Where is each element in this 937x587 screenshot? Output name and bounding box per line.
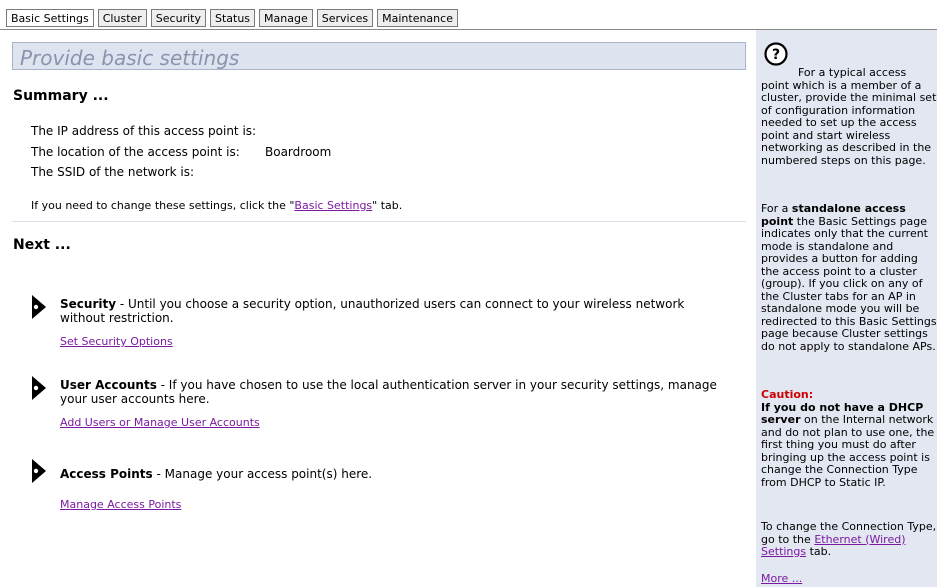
tab-bar: Basic Settings Cluster Security Status M… (0, 0, 937, 30)
security-title: Security (60, 297, 117, 311)
help-connection-after: tab. (806, 545, 832, 558)
tab-security[interactable]: Security (150, 9, 206, 27)
access-points-description: Access Points - Manage your access point… (60, 467, 730, 481)
tab-status[interactable]: Status (209, 9, 256, 27)
tab-services[interactable]: Services (316, 9, 374, 27)
page-banner: Provide basic settings (12, 42, 746, 70)
question-circle-icon: ? (764, 42, 788, 66)
page-title: Provide basic settings (20, 46, 240, 70)
summary-heading: Summary ... (13, 88, 109, 104)
arrow-bullet-icon (32, 376, 46, 400)
help-more: More ... (761, 572, 937, 586)
change-settings-note: If you need to change these settings, cl… (31, 199, 402, 212)
svg-text:?: ? (772, 47, 780, 63)
set-security-options-link[interactable]: Set Security Options (60, 335, 173, 348)
manage-access-points-link[interactable]: Manage Access Points (60, 498, 181, 511)
user-accounts-title: User Accounts (60, 378, 157, 392)
note-text-before: If you need to change these settings, cl… (31, 199, 295, 212)
tab-basic-settings[interactable]: Basic Settings (6, 9, 94, 27)
access-points-text: - Manage your access point(s) here. (152, 467, 373, 481)
help-caution-text: Caution: If you do not have a DHCP server… (761, 388, 937, 489)
basic-settings-link[interactable]: Basic Settings (294, 199, 372, 212)
tab-manage[interactable]: Manage (259, 9, 313, 27)
help-connection-type-text: To change the Connection Type, go to the… (761, 520, 937, 559)
user-accounts-text: - If you have chosen to use the local au… (60, 378, 717, 406)
access-points-title: Access Points (60, 467, 153, 481)
user-accounts-description: User Accounts - If you have chosen to us… (60, 378, 730, 406)
help-standalone-rest: the Basic Settings page indicates only t… (761, 214, 937, 353)
tab-maintenance[interactable]: Maintenance (377, 9, 458, 27)
more-link[interactable]: More ... (761, 572, 802, 585)
help-standalone-intro: For a (761, 202, 792, 215)
ip-address-label: The IP address of this access point is: (31, 124, 257, 138)
location-label: The location of the access point is: (31, 145, 240, 159)
location-value: Boardroom (265, 145, 332, 159)
main-panel: Provide basic settings Summary ... The I… (0, 30, 756, 587)
help-intro-text: For a typical access point which is a me… (761, 66, 937, 167)
section-divider (12, 221, 746, 222)
ssid-label: The SSID of the network is: (31, 165, 195, 179)
security-text: - Until you choose a security option, un… (60, 297, 685, 325)
note-text-after: " tab. (372, 199, 403, 212)
arrow-bullet-icon (32, 459, 46, 483)
security-description: Security - Until you choose a security o… (60, 297, 730, 325)
tab-cluster[interactable]: Cluster (97, 9, 147, 27)
next-heading: Next ... (13, 237, 71, 253)
arrow-bullet-icon (32, 295, 46, 319)
help-standalone-text: For a standalone access point the Basic … (761, 202, 937, 353)
manage-user-accounts-link[interactable]: Add Users or Manage User Accounts (60, 416, 260, 429)
help-panel: ? For a typical access point which is a … (756, 30, 937, 587)
